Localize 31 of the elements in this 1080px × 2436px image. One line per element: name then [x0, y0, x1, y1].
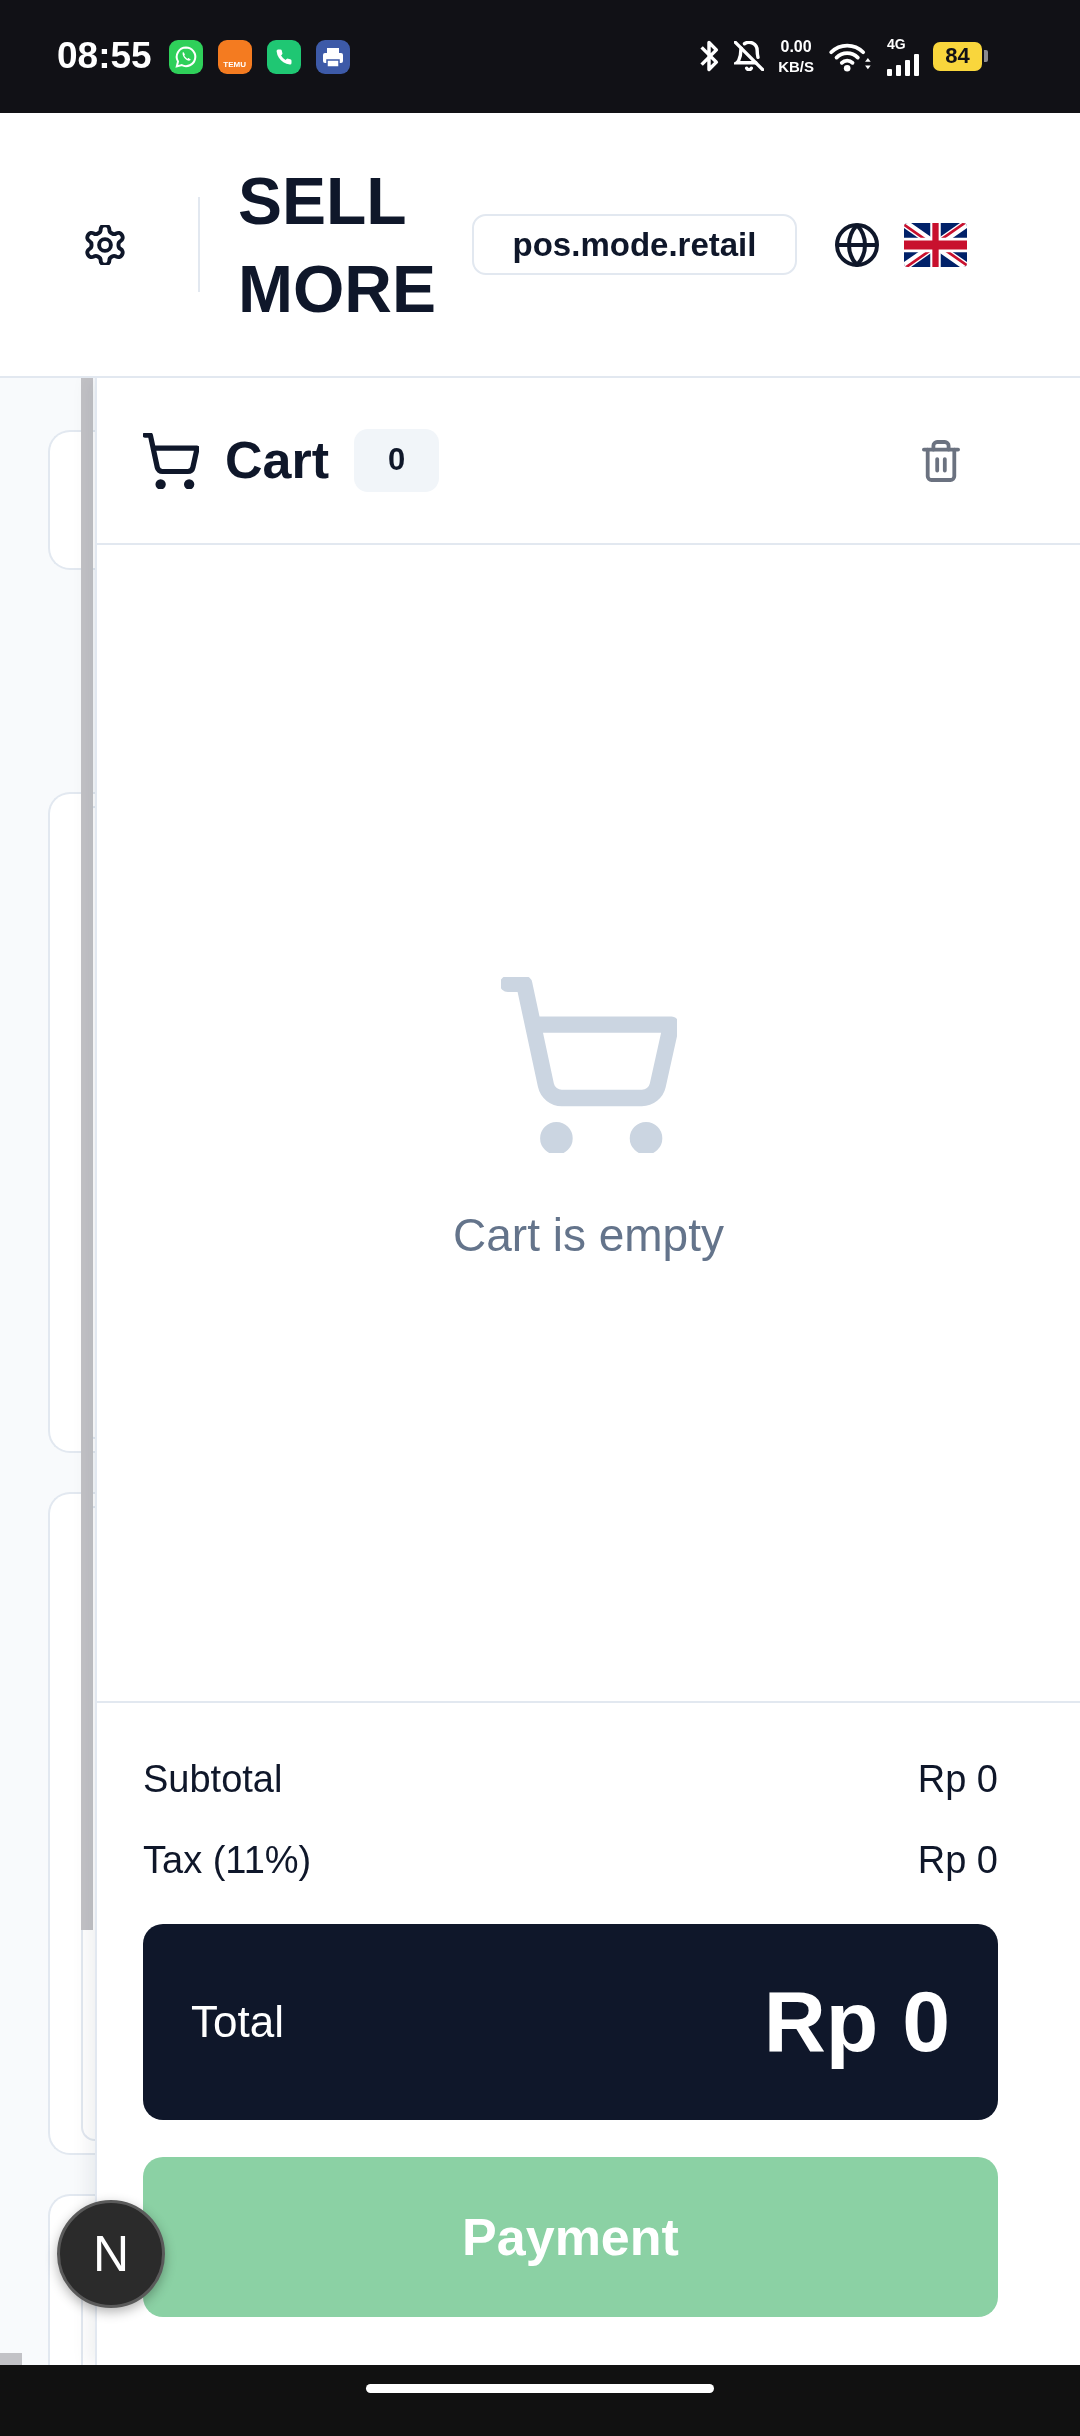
phone-icon — [266, 39, 301, 74]
cart-count-badge: 0 — [354, 429, 440, 492]
bell-off-icon — [734, 41, 765, 72]
signal-icon — [887, 54, 919, 77]
printer-icon — [315, 39, 350, 74]
summary-label: Tax (11%) — [143, 1837, 312, 1883]
data-speed-value: 0.00 — [780, 37, 812, 56]
scrollbar-thumb[interactable] — [0, 2353, 22, 2365]
total-label: Total — [191, 1996, 284, 2048]
flag-icon[interactable] — [904, 222, 967, 267]
app-tile: TEMU — [217, 39, 252, 74]
empty-cart-message: Cart is empty — [453, 1207, 724, 1263]
data-speed-unit: KB/S — [778, 58, 814, 76]
summary-value: Rp 0 — [917, 1756, 998, 1802]
settings-icon[interactable] — [85, 224, 125, 265]
chat-app-icon — [168, 39, 203, 74]
network-type: 4G — [887, 36, 906, 53]
cart-title: Cart — [225, 430, 330, 491]
brand-title: SELL MORE — [238, 162, 437, 328]
battery-indicator: 84 — [933, 42, 988, 71]
globe-icon[interactable] — [835, 222, 879, 267]
cart-icon — [500, 976, 677, 1153]
summary-value: Rp 0 — [917, 1837, 998, 1883]
summary-label: Subtotal — [143, 1756, 283, 1802]
scrollbar-thumb[interactable] — [81, 378, 93, 1930]
trash-icon[interactable] — [922, 438, 960, 483]
clock: 08:55 — [57, 35, 152, 78]
bluetooth-icon — [698, 40, 721, 73]
total-value: Rp 0 — [763, 1972, 950, 2072]
cart-icon — [143, 432, 199, 489]
mode-badge: pos.mode.retail — [472, 214, 797, 275]
